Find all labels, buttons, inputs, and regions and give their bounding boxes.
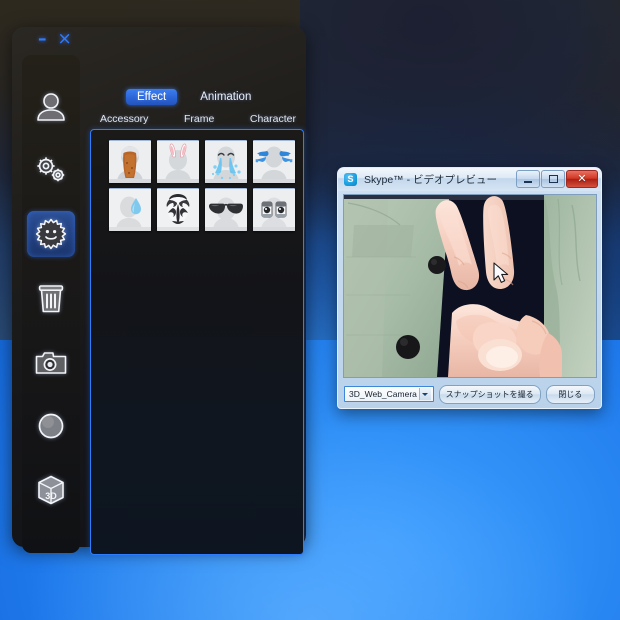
take-snapshot-button[interactable]: スナップショットを撮る — [438, 384, 541, 404]
maximize-icon — [548, 175, 558, 183]
skype-titlebar[interactable]: S Skype™ - ビデオプレビュー ✕ — [338, 168, 601, 191]
close-icon[interactable]: × — [58, 31, 72, 48]
effect-tabs: Effect Animation — [86, 87, 306, 107]
skype-close-button[interactable]: ✕ — [566, 170, 598, 188]
thumb-kabuki-mask[interactable] — [157, 188, 199, 231]
camera-select-value: 3D_Web_Camera — [349, 389, 417, 399]
skype-minimize-button[interactable] — [516, 170, 540, 188]
screenshot-root: – × 3D Effect Animation Accessory Frame … — [0, 0, 620, 620]
minimize-icon — [524, 180, 532, 183]
subtab-character[interactable]: Character — [250, 113, 296, 125]
bunny-ears-icon — [157, 141, 199, 183]
app-sidebar: 3D — [22, 55, 80, 553]
sidebar-item-3d[interactable]: 3D — [27, 467, 75, 513]
app-content-pane: Effect Animation Accessory Frame Charact… — [86, 57, 306, 557]
subtab-frame[interactable]: Frame — [184, 113, 214, 125]
sidebar-item-settings[interactable] — [27, 147, 75, 193]
blue-splash-icon — [253, 141, 295, 183]
3d-webcam-effects-app: – × 3D Effect Animation Accessory Frame … — [12, 27, 306, 555]
effect-thumbnail-grid — [109, 140, 295, 231]
camera-select[interactable]: 3D_Web_Camera — [344, 386, 434, 402]
thumb-bunny-ears[interactable] — [157, 140, 199, 183]
skype-maximize-button[interactable] — [541, 170, 565, 188]
thumb-cartoon-eyes[interactable] — [253, 188, 295, 231]
close-button[interactable]: 閉じる — [545, 384, 595, 404]
sidebar-item-camera[interactable] — [27, 339, 75, 385]
sidebar-item-effects[interactable] — [27, 211, 75, 257]
cube-3d-icon: 3D — [35, 474, 67, 506]
thumb-water-drop[interactable] — [109, 188, 151, 231]
water-drop-icon — [109, 189, 151, 231]
minimize-icon[interactable]: – — [38, 31, 47, 48]
tab-animation[interactable]: Animation — [189, 89, 262, 105]
thumb-long-hair-wig[interactable] — [109, 140, 151, 183]
cartoon-eyes-icon — [253, 189, 295, 231]
effect-grid — [90, 129, 304, 555]
kabuki-mask-icon — [157, 189, 199, 231]
crying-tears-icon — [205, 141, 247, 183]
skype-video-preview-window: S Skype™ - ビデオプレビュー ✕ 3D_Web_Camera スナップ… — [337, 167, 602, 409]
sunglasses-icon — [205, 189, 247, 231]
app-window-controls: – × — [38, 31, 72, 48]
skype-video-preview-area — [343, 194, 597, 378]
tab-effect[interactable]: Effect — [126, 89, 178, 105]
chevron-down-icon[interactable] — [418, 388, 431, 400]
skype-bottom-bar: 3D_Web_Camera スナップショットを撮る 閉じる — [338, 380, 601, 408]
trash-icon — [35, 282, 67, 314]
sun-face-icon — [34, 218, 68, 250]
close-icon: ✕ — [577, 172, 587, 185]
thumb-sunglasses[interactable] — [205, 188, 247, 231]
thumb-crying-tears[interactable] — [205, 140, 247, 183]
skype-window-title: Skype™ - ビデオプレビュー — [364, 174, 498, 186]
svg-text:3D: 3D — [45, 491, 57, 501]
long-hair-wig-icon — [109, 141, 151, 183]
skype-window-controls: ✕ — [516, 170, 598, 188]
gears-icon — [34, 155, 68, 185]
sidebar-item-record[interactable] — [27, 403, 75, 449]
camera-icon — [34, 349, 68, 376]
skype-logo-icon: S — [344, 173, 357, 186]
effect-subtabs: Accessory Frame Character — [86, 110, 306, 128]
record-icon — [36, 411, 66, 441]
thumb-blue-splash[interactable] — [253, 140, 295, 183]
sidebar-item-avatar[interactable] — [27, 83, 75, 129]
person-icon — [34, 91, 68, 121]
sidebar-item-trash[interactable] — [27, 275, 75, 321]
app-titlebar: – × — [12, 27, 306, 51]
subtab-accessory[interactable]: Accessory — [100, 113, 148, 125]
webcam-hand-peace-sign-image — [344, 195, 596, 377]
